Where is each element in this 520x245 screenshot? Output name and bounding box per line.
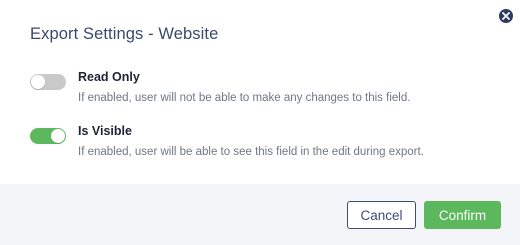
export-settings-dialog: Export Settings - Website Read Only If e… (0, 0, 520, 245)
dialog-title: Export Settings - Website (30, 25, 219, 43)
close-icon[interactable] (499, 9, 513, 23)
read-only-toggle[interactable] (30, 74, 66, 90)
is-visible-description: If enabled, user will be able to see thi… (78, 146, 424, 158)
toggle-knob (51, 129, 65, 143)
cancel-button[interactable]: Cancel (347, 201, 416, 229)
read-only-description: If enabled, user will not be able to mak… (78, 92, 411, 104)
is-visible-label: Is Visible (78, 124, 132, 138)
dialog-footer: Cancel Confirm (0, 184, 520, 245)
is-visible-toggle[interactable] (30, 128, 66, 144)
confirm-button[interactable]: Confirm (424, 201, 501, 229)
read-only-label: Read Only (78, 70, 140, 84)
toggle-knob (31, 75, 45, 89)
